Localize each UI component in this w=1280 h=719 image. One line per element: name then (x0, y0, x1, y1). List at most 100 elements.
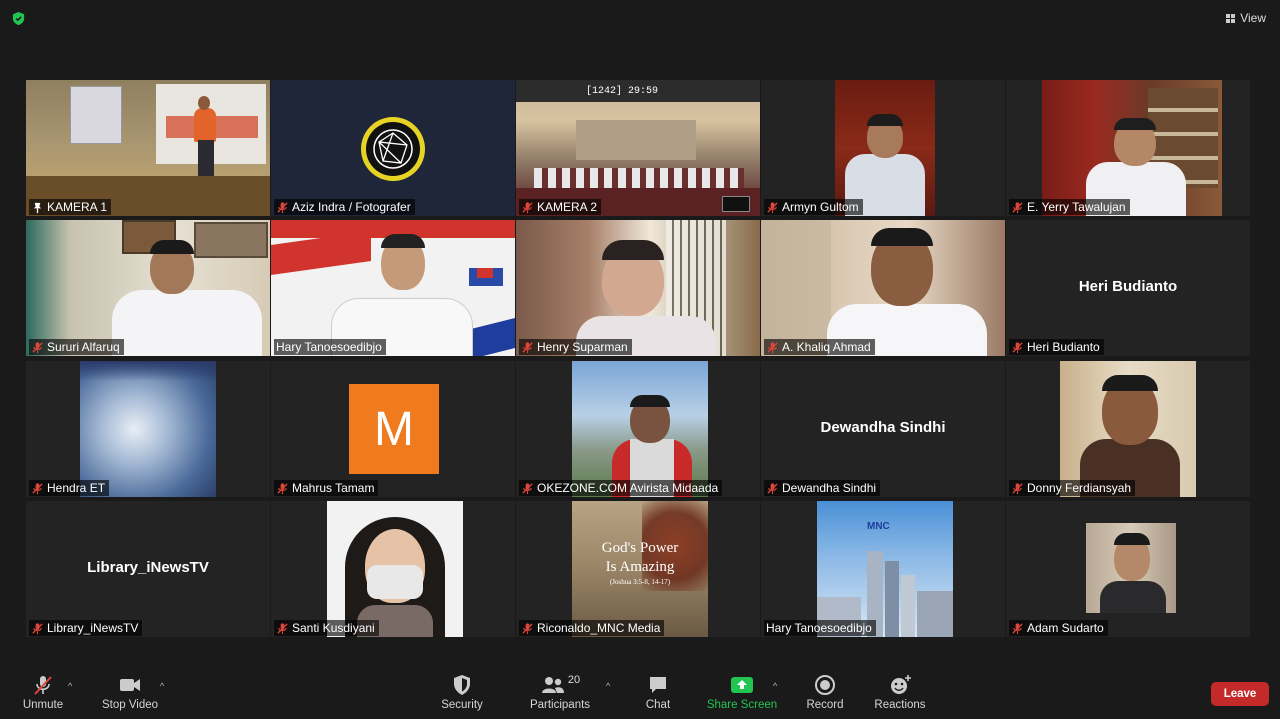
participant-tile[interactable]: KAMERA 1 (26, 80, 270, 216)
participant-name-bar: Heri Budianto (1009, 339, 1104, 355)
reactions-button[interactable]: Reactions (872, 673, 928, 711)
security-label: Security (441, 699, 483, 711)
participant-tile[interactable]: Heri Budianto Heri Budianto (1006, 220, 1250, 356)
participant-tile[interactable]: A. Khaliq Ahmad (761, 220, 1005, 356)
participant-tile[interactable]: [1242] 29:59 KAMERA 2 (516, 80, 760, 216)
muted-mic-icon (522, 341, 533, 353)
participant-name-bar: E. Yerry Tawalujan (1009, 199, 1130, 215)
video-camera-icon (120, 679, 140, 691)
participant-tile[interactable]: Sururi Alfaruq (26, 220, 270, 356)
participants-icon (541, 677, 564, 693)
view-label: View (1240, 11, 1266, 25)
profile-picture (327, 501, 463, 637)
participant-name-bar: KAMERA 2 (519, 199, 602, 215)
participant-tile[interactable]: M Mahrus Tamam (271, 361, 515, 497)
video-feed (516, 80, 760, 216)
participant-name: Adam Sudarto (1027, 621, 1104, 635)
video-feed (26, 80, 270, 216)
audio-options-caret[interactable]: ^ (68, 681, 72, 691)
share-screen-icon (731, 677, 753, 693)
profile-picture (1086, 523, 1176, 613)
top-bar: View (0, 0, 1280, 40)
muted-mic-icon (1012, 622, 1023, 634)
participant-name-bar: Hary Tanoesoedibjo (274, 339, 386, 355)
participant-tile[interactable]: Library_iNewsTV Library_iNewsTV (26, 501, 270, 637)
unmute-label: Unmute (22, 699, 64, 711)
security-button[interactable]: Security (436, 673, 488, 711)
participant-display-name: Heri Budianto (1078, 278, 1178, 295)
participant-tile[interactable]: God's Power Is Amazing (Joshua 3:5-8, 14… (516, 501, 760, 637)
muted-mic-icon (277, 482, 288, 494)
muted-mic-icon (522, 622, 533, 634)
logo-text: MNC (867, 521, 890, 532)
participant-tile[interactable]: Donny Ferdiansyah (1006, 361, 1250, 497)
share-screen-label: Share Screen (706, 699, 778, 711)
participant-name-bar: Aziz Indra / Fotografer (274, 199, 415, 215)
participant-display-name: Dewandha Sindhi (820, 419, 946, 436)
participant-name-bar: Armyn Gultom (764, 199, 863, 215)
camera-overlay-text: [1242] 29:59 (586, 86, 659, 97)
grid-view-icon (1226, 13, 1236, 23)
participant-tile[interactable]: Adam Sudarto (1006, 501, 1250, 637)
participants-count: 20 (567, 674, 581, 686)
participant-name-bar: Sururi Alfaruq (29, 339, 124, 355)
image-text-line1: God's Power (601, 540, 679, 556)
participant-name: Donny Ferdiansyah (1027, 481, 1132, 495)
participants-options-caret[interactable]: ^ (606, 681, 610, 691)
participant-tile[interactable]: Armyn Gultom (761, 80, 1005, 216)
muted-mic-icon (1012, 201, 1023, 213)
reactions-label: Reactions (874, 699, 926, 711)
muted-mic-icon (522, 201, 533, 213)
participant-tile[interactable]: Aziz Indra / Fotografer (271, 80, 515, 216)
muted-mic-icon (277, 201, 288, 213)
participant-name-bar: Library_iNewsTV (29, 620, 143, 636)
participant-name: Hary Tanoesoedibjo (276, 340, 382, 354)
view-button[interactable]: View (1226, 11, 1266, 25)
participant-tile[interactable]: Hendra ET (26, 361, 270, 497)
participant-name: Library_iNewsTV (47, 621, 139, 635)
participants-label: Participants (529, 699, 591, 711)
encryption-shield-icon[interactable] (11, 11, 26, 26)
participant-name-bar: Hendra ET (29, 480, 110, 496)
participant-name-bar: Henry Suparman (519, 339, 632, 355)
participant-name-bar: Donny Ferdiansyah (1009, 480, 1136, 496)
participant-name-bar: Hary Tanoesoedibjo (764, 620, 876, 636)
muted-mic-icon (34, 676, 52, 695)
reactions-smiley-icon (891, 675, 911, 694)
participant-name: A. Khaliq Ahmad (782, 340, 871, 354)
muted-mic-icon (32, 341, 43, 353)
muted-mic-icon (522, 482, 533, 494)
participant-name: Hendra ET (47, 481, 106, 495)
participant-name: E. Yerry Tawalujan (1027, 200, 1126, 214)
video-feed (1042, 80, 1222, 216)
record-button[interactable]: Record (802, 673, 848, 711)
participant-tile[interactable]: Dewandha Sindhi Dewandha Sindhi (761, 361, 1005, 497)
share-screen-button[interactable]: Share Screen (706, 673, 778, 711)
muted-mic-icon (277, 622, 288, 634)
video-options-caret[interactable]: ^ (160, 681, 164, 691)
security-shield-icon (454, 675, 470, 695)
chat-button[interactable]: Chat (636, 673, 680, 711)
muted-mic-icon (767, 341, 778, 353)
muted-mic-icon (1012, 482, 1023, 494)
muted-mic-icon (767, 201, 778, 213)
participants-button[interactable]: 20 Participants (528, 673, 592, 711)
profile-picture (80, 361, 216, 497)
participant-tile[interactable]: Santi Kusdiyani (271, 501, 515, 637)
participant-tile[interactable]: E. Yerry Tawalujan (1006, 80, 1250, 216)
stop-video-button[interactable]: Stop Video (98, 673, 162, 711)
share-options-caret[interactable]: ^ (773, 681, 777, 691)
participant-name: Armyn Gultom (782, 200, 859, 214)
participant-name: Santi Kusdiyani (292, 621, 375, 635)
participant-tile[interactable]: Hary Tanoesoedibjo (271, 220, 515, 356)
participant-name: KAMERA 2 (537, 200, 598, 214)
participant-tile[interactable]: MNC Hary Tanoesoedibjo (761, 501, 1005, 637)
profile-picture: MNC (817, 501, 953, 637)
profile-picture (1060, 361, 1196, 497)
participant-tile[interactable]: OKEZONE.COM Avirista Midaada (516, 361, 760, 497)
leave-button[interactable]: Leave (1211, 682, 1269, 706)
participant-tile[interactable]: Henry Suparman (516, 220, 760, 356)
pin-icon (33, 202, 42, 213)
participant-name: KAMERA 1 (47, 200, 108, 214)
unmute-button[interactable]: Unmute (18, 673, 68, 711)
